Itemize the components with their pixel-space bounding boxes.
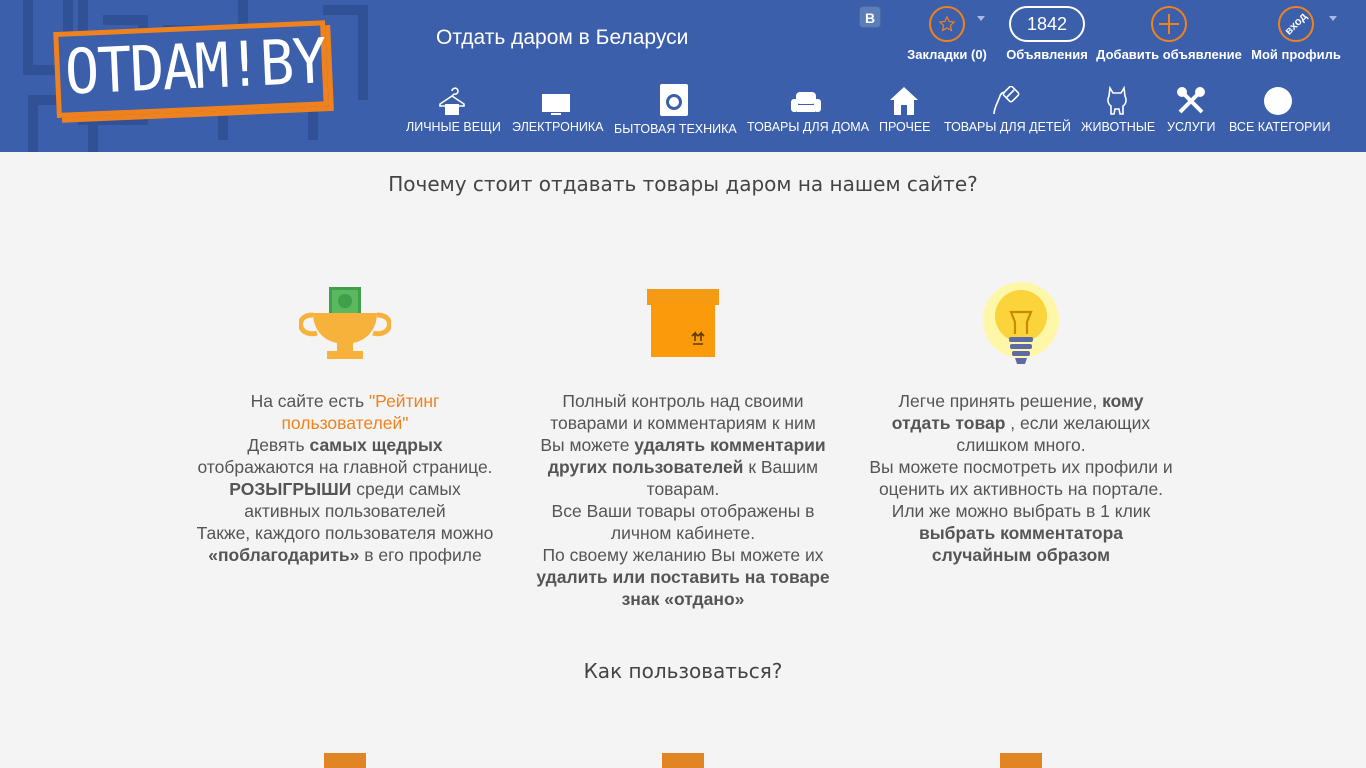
text: Или же можно выбрать в 1 клик: [891, 501, 1151, 521]
text: Вы можете: [540, 435, 635, 455]
house-icon: [879, 82, 929, 116]
tools-icon: [1167, 82, 1214, 116]
ads-count-badge: 1842: [1009, 6, 1085, 42]
login-text: вход: [1282, 10, 1310, 38]
category-kids-goods[interactable]: ТОВАРЫ ДЛЯ ДЕТЕЙ: [944, 82, 1071, 134]
star-icon: [929, 6, 965, 42]
site-title: Отдать даром в Беларуси: [436, 26, 689, 49]
category-all[interactable]: ВСЕ КАТЕГОРИИ: [1229, 82, 1331, 134]
category-label: УСЛУГИ: [1167, 120, 1216, 134]
rating-text: На сайте есть: [250, 391, 369, 411]
category-label: ТОВАРЫ ДЛЯ ДОМА: [747, 120, 870, 134]
bold-text: «поблагодарить»: [208, 545, 360, 565]
logo-text: OTDAM!BY: [63, 24, 327, 109]
feature-decision: Легче принять решение, кому отдать товар…: [861, 390, 1181, 566]
how-section-title: Как пользоваться?: [583, 659, 783, 683]
add-ad-button[interactable]: Добавить объявление: [1096, 6, 1242, 62]
category-label: ТОВАРЫ ДЛЯ ДЕТЕЙ: [944, 120, 1071, 134]
profile-label: Мой профиль: [1251, 47, 1341, 62]
bookmarks-label: Закладки (0): [907, 47, 987, 62]
category-label: ВСЕ КАТЕГОРИИ: [1229, 120, 1331, 134]
category-personal-items[interactable]: ЛИЧНЫЕ ВЕЩИ: [406, 82, 501, 134]
login-icon: вход: [1278, 6, 1314, 42]
text: По своему желанию Вы можете их: [542, 545, 824, 565]
text: Вы можете посмотреть их профили и оценит…: [869, 457, 1173, 499]
armchair-icon: [747, 82, 865, 116]
text: в его профиле: [359, 545, 482, 565]
category-animals[interactable]: ЖИВОТНЫЕ: [1081, 82, 1156, 134]
add-ad-label: Добавить объявление: [1096, 47, 1242, 62]
feature-rating: На сайте есть "Рейтинг пользователей" Де…: [185, 390, 505, 566]
category-label: ЛИЧНЫЕ ВЕЩИ: [406, 120, 501, 134]
category-label: БЫТОВАЯ ТЕХНИКА: [614, 122, 737, 136]
category-home-goods[interactable]: ТОВАРЫ ДЛЯ ДОМА: [747, 82, 870, 134]
box-icon: [647, 289, 719, 362]
site-logo[interactable]: OTDAM!BY: [53, 16, 335, 124]
category-appliances[interactable]: БЫТОВАЯ ТЕХНИКА: [614, 82, 737, 136]
bold-text: РОЗЫГРЫШИ: [229, 479, 352, 499]
ads-count-button[interactable]: 1842 Объявления: [1006, 6, 1088, 62]
text: Легче принять решение,: [898, 391, 1103, 411]
bookmarks-dropdown-caret[interactable]: [977, 16, 985, 21]
text: Также, каждого пользователя можно: [196, 523, 494, 543]
profile-dropdown-caret[interactable]: [1329, 16, 1337, 21]
hanger-icon: [406, 82, 497, 116]
lightbulb-icon: [983, 282, 1059, 373]
step-2-badge: [662, 753, 704, 768]
bookmarks-button[interactable]: Закладки (0): [907, 6, 987, 62]
monitor-icon: [512, 82, 600, 116]
text: Девять: [247, 435, 310, 455]
text: Все Ваши товары отображены в личном каби…: [551, 501, 815, 543]
text: Полный контроль над своими товарами и ко…: [550, 391, 816, 433]
step-1-badge: [324, 753, 366, 768]
category-label: ПРОЧЕЕ: [879, 120, 931, 134]
bold-text: выбрать комментатора случайным образом: [918, 523, 1124, 565]
step-3-badge: [1000, 753, 1042, 768]
vk-login-button[interactable]: B: [859, 6, 881, 28]
category-other[interactable]: ПРОЧЕЕ: [879, 82, 931, 134]
feature-control: Полный контроль над своими товарами и ко…: [523, 390, 843, 610]
category-services[interactable]: УСЛУГИ: [1167, 82, 1216, 134]
site-header: OTDAM!BY Отдать даром в Беларуси B Закла…: [0, 0, 1366, 152]
why-section-title: Почему стоит отдавать товары даром на на…: [388, 172, 978, 196]
category-label: ЭЛЕКТРОНИКА: [512, 120, 604, 134]
bold-text: удалить или поставить на товаре знак «от…: [536, 567, 830, 609]
all-categories-icon: [1229, 82, 1327, 116]
ads-label: Объявления: [1006, 47, 1088, 62]
washing-machine-icon: [614, 82, 733, 116]
category-electronics[interactable]: ЭЛЕКТРОНИКА: [512, 82, 604, 134]
profile-button[interactable]: вход Мой профиль: [1251, 6, 1341, 62]
pacifier-icon: [944, 82, 1066, 116]
trophy-icon: [298, 287, 392, 366]
plus-icon: [1151, 6, 1187, 42]
bold-text: самых щедрых: [309, 435, 443, 455]
cat-icon: [1081, 82, 1153, 116]
text: отображаются на главной странице.: [197, 457, 493, 477]
category-label: ЖИВОТНЫЕ: [1081, 120, 1156, 134]
